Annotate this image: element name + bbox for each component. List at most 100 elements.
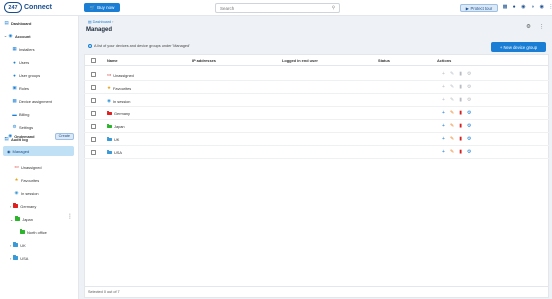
sidebar-item-account[interactable]: ⌄ ◉ Account (4, 32, 31, 40)
table-footer: Selected 0 out of 7 (84, 286, 549, 298)
delete-icon: ▮ (459, 71, 463, 77)
sidebar-item-roles[interactable]: ▣ Roles (12, 84, 29, 92)
chevron-right-icon[interactable]: › (10, 243, 11, 248)
edit-icon[interactable]: ✎ (450, 123, 455, 129)
column-actions: Actions (437, 58, 452, 63)
delete-icon: ▮ (459, 97, 463, 103)
table-row[interactable]: ★ Favourites + ✎ ▮ ⚙ (84, 81, 549, 94)
add-icon[interactable]: + (441, 136, 446, 142)
table-row[interactable]: ◉ In session + ✎ ▮ ⚙ (84, 94, 549, 107)
sidebar-item-user-groups[interactable]: ● User groups (12, 71, 40, 79)
row-checkbox[interactable] (91, 111, 96, 116)
more-icon[interactable]: ⋮ (539, 24, 545, 30)
edit-icon: ✎ (449, 84, 455, 90)
sidebar-group-germany[interactable]: › Germany (10, 202, 36, 210)
sidebar-group-favourites[interactable]: ★ Favourites (14, 176, 39, 184)
sidebar-group-japan[interactable]: ⌄ Japan (10, 215, 33, 223)
sidebar-group-in-session[interactable]: ◉ In session (14, 189, 39, 197)
row-name: Japan (114, 124, 125, 129)
delete-icon[interactable]: ▮ (458, 123, 463, 129)
chevron-down-icon[interactable]: ⌄ (4, 134, 7, 139)
sidebar-item-dashboard[interactable]: ▤ Dashboard (4, 19, 31, 27)
chevron-right-icon[interactable]: › (10, 256, 11, 261)
column-ip-addresses[interactable]: IP addresses (192, 58, 216, 63)
unassigned-icon: ▭ (107, 72, 112, 77)
chat-icon[interactable]: ▩ (502, 4, 508, 10)
sidebar-item-label: Installers (19, 46, 35, 52)
column-status[interactable]: Status (378, 58, 390, 63)
sidebar-item-billing[interactable]: ▬ Billing (12, 110, 29, 118)
more-icon[interactable]: ⋮ (548, 4, 552, 10)
add-icon[interactable]: + (441, 123, 446, 129)
gear-icon[interactable]: ⚙ (467, 123, 472, 129)
sidebar-group-label: Unassigned (21, 164, 42, 170)
sidebar-group-unassigned[interactable]: ▭ Unassigned (14, 163, 42, 171)
sidebar-item-installers[interactable]: ▦ Installers (12, 45, 35, 53)
protect-tour-button[interactable]: ▶ Protect tour (460, 4, 498, 12)
column-logged-in-user[interactable]: Logged in end user (282, 58, 318, 63)
logo[interactable]: 247 Connect (4, 2, 52, 13)
table-header: Name IP addresses Logged in end user Sta… (84, 55, 549, 66)
table-row[interactable]: UK + ✎ ▮ ⚙ (84, 133, 549, 146)
create-button[interactable]: Create (54, 132, 74, 140)
table-row[interactable]: Japan + ✎ ▮ ⚙ (84, 120, 549, 133)
gear-icon[interactable]: ⚙ (467, 136, 472, 142)
info-label: A list of your devices and device groups… (94, 44, 190, 48)
chevron-down-icon: ⌄ (3, 33, 8, 38)
chevron-down-icon[interactable]: ⌄ (10, 217, 13, 222)
chevron-right-icon[interactable]: › (10, 204, 11, 209)
row-checkbox[interactable] (91, 150, 96, 155)
sidebar-item-label: Settings (19, 124, 34, 130)
search-icon[interactable]: ⚲ (332, 5, 335, 11)
delete-icon[interactable]: ▮ (458, 149, 463, 155)
table-row[interactable]: ▭ Unassigned + ✎ ▮ ⚙ (84, 68, 549, 81)
row-checkbox[interactable] (91, 85, 96, 90)
sidebar-item-users[interactable]: ● Users (12, 58, 29, 66)
help-icon[interactable]: ◉ (520, 4, 526, 10)
table-row[interactable]: Germany + ✎ ▮ ⚙ (84, 107, 549, 120)
sidebar-item-device-assignment[interactable]: ▩ Device assignment (12, 97, 52, 105)
gear-icon[interactable]: ⚙ (467, 110, 472, 116)
sidebar-group-uk[interactable]: › UK (10, 241, 26, 249)
sidebar-group-label: UK (20, 242, 26, 248)
folder-green-icon (15, 216, 21, 221)
gear-icon[interactable]: ⚙ (467, 149, 472, 155)
session-icon: ◉ (107, 98, 111, 103)
sidebar-item-label: Billing (19, 111, 30, 117)
delete-icon[interactable]: ▮ (458, 136, 463, 142)
select-all-checkbox[interactable] (91, 58, 96, 63)
gear-icon[interactable]: ⚙ (526, 24, 531, 30)
search-input[interactable] (220, 5, 320, 11)
gear-icon: ⚙ (12, 124, 17, 129)
row-checkbox[interactable] (91, 137, 96, 142)
row-checkbox[interactable] (91, 98, 96, 103)
sidebar-group-north-office[interactable]: North office (20, 228, 47, 236)
column-name[interactable]: Name (107, 58, 118, 63)
user-icon[interactable]: ◉ (539, 4, 545, 10)
new-device-group-button[interactable]: + New device group (491, 42, 546, 52)
breadcrumb-dashboard[interactable]: Dashboard (93, 20, 112, 24)
sidebar-group-usa[interactable]: › USA (10, 254, 28, 262)
row-checkbox[interactable] (91, 72, 96, 77)
edit-icon[interactable]: ✎ (450, 110, 455, 116)
search-box[interactable]: ⚲ (215, 3, 340, 13)
row-checkbox[interactable] (91, 124, 96, 129)
add-icon[interactable]: + (441, 149, 446, 155)
theme-icon[interactable]: ◑ (530, 4, 536, 10)
sidebar-item-managed[interactable]: ◉ Managed (3, 146, 74, 156)
info-text: i A list of your devices and device grou… (88, 44, 190, 48)
roles-icon: ▣ (12, 85, 17, 90)
delete-icon[interactable]: ▮ (458, 110, 463, 116)
edit-icon[interactable]: ✎ (450, 149, 455, 155)
buy-now-button[interactable]: 🛒 Buy now (84, 3, 120, 12)
top-bar: 247 Connect 🛒 Buy now ⚲ ▶ Protect tour ▩… (0, 0, 552, 16)
bell-icon[interactable]: ● (511, 4, 517, 10)
add-icon[interactable]: + (441, 110, 446, 116)
folder-green-icon (20, 229, 25, 234)
table-row[interactable]: USA + ✎ ▮ ⚙ (84, 146, 549, 159)
edit-icon[interactable]: ✎ (450, 136, 455, 142)
japan-more-icon[interactable]: ⋮ (67, 213, 73, 220)
dashboard-icon: ▤ (88, 20, 92, 24)
device-assignment-icon: ▩ (12, 98, 17, 103)
sidebar-item-settings[interactable]: ⚙ Settings (12, 123, 33, 131)
